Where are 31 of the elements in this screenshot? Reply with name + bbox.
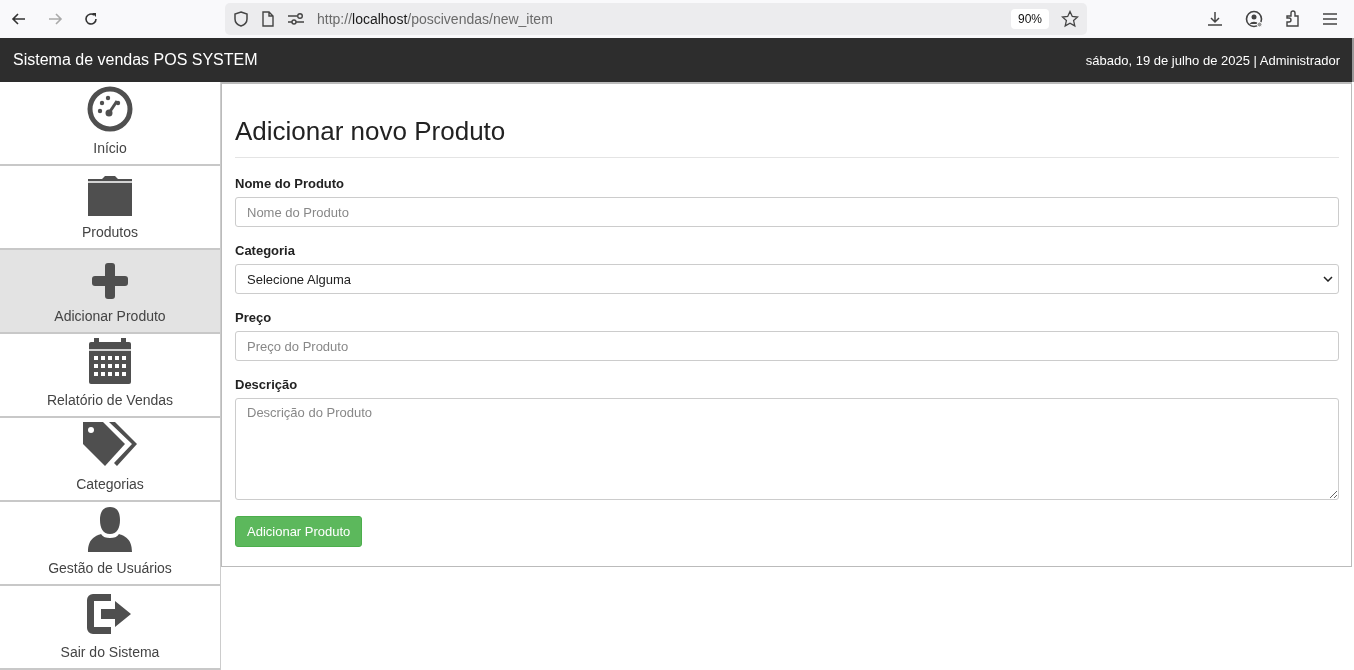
gauge-icon bbox=[87, 86, 133, 132]
page-icon bbox=[261, 11, 275, 27]
menu-icon[interactable] bbox=[1322, 12, 1338, 26]
user-silhouette-icon bbox=[87, 506, 133, 552]
plus-icon bbox=[91, 262, 129, 300]
url-text: http://localhost/poscivendas/new_item bbox=[317, 11, 554, 27]
tags-icon bbox=[81, 420, 139, 468]
sidebar-item[interactable]: Adicionar Produto bbox=[0, 250, 220, 334]
field-label: Categoria bbox=[235, 243, 296, 258]
extensions-icon[interactable] bbox=[1284, 10, 1302, 28]
chevron-down-icon bbox=[1323, 276, 1333, 282]
description-field[interactable]: Descrição do Produto bbox=[235, 398, 1339, 500]
calendar-icon bbox=[88, 338, 132, 384]
account-icon[interactable] bbox=[1244, 9, 1264, 29]
download-icon[interactable] bbox=[1206, 10, 1224, 28]
input-field[interactable]: Preço do Produto bbox=[235, 331, 1339, 361]
zoom-badge[interactable]: 90% bbox=[1010, 9, 1049, 29]
reload-icon[interactable] bbox=[82, 10, 100, 28]
app-title[interactable]: Sistema de vendas POS SYSTEM bbox=[13, 51, 258, 69]
page-title: Adicionar novo Produto bbox=[235, 116, 507, 147]
field-label: Preço bbox=[235, 310, 273, 325]
shield-icon bbox=[233, 10, 249, 28]
date-user-text: sábado, 19 de julho de 2025 | Administrador bbox=[1085, 52, 1340, 68]
category-select[interactable]: Selecione Alguma bbox=[235, 264, 1339, 294]
input-field[interactable]: Nome do Produto bbox=[235, 197, 1339, 227]
folder-icon bbox=[87, 174, 133, 216]
permissions-icon[interactable] bbox=[287, 12, 305, 26]
field-label: Descrição bbox=[235, 377, 299, 392]
field-label: Nome do Produto bbox=[235, 176, 346, 191]
star-icon[interactable] bbox=[1061, 10, 1079, 28]
address-bar[interactable]: http://localhost/poscivendas/new_item 90% bbox=[225, 3, 1087, 35]
